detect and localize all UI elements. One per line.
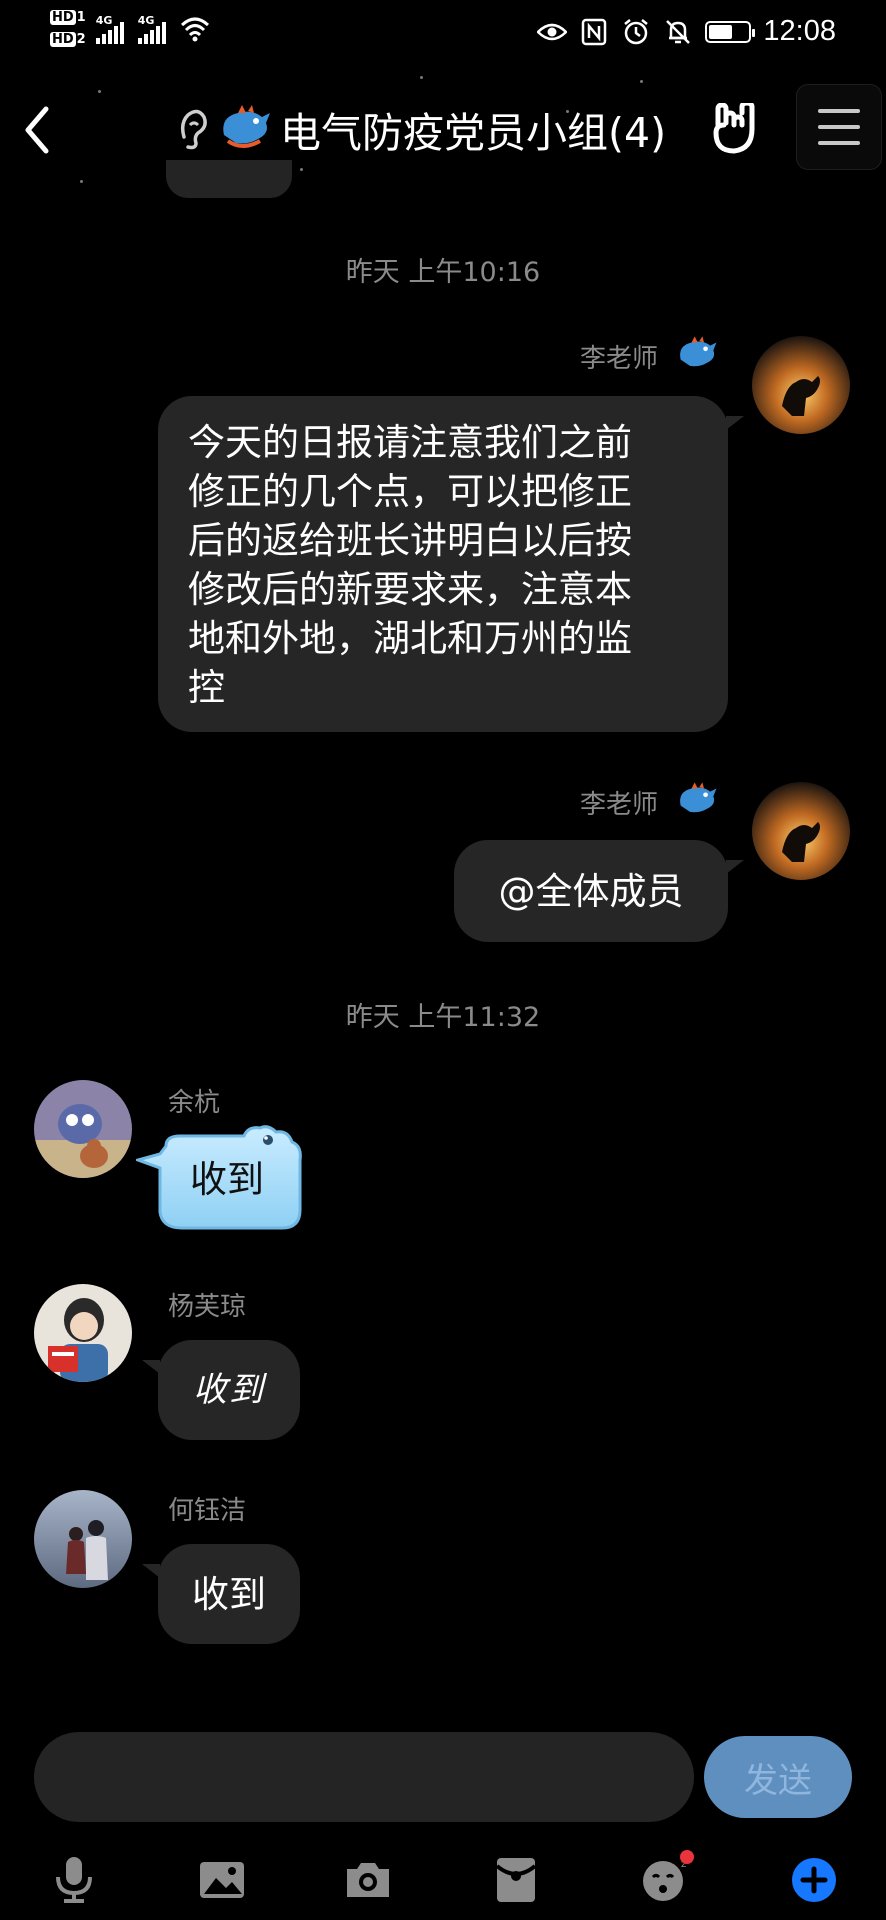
message-line: 控: [188, 666, 225, 709]
hd-badge-1: HD 1: [50, 8, 86, 28]
rock-hand-icon: [713, 103, 755, 154]
sender-name: 杨芙琼: [168, 1292, 247, 1322]
battery-icon: [705, 20, 756, 43]
plus-icon[interactable]: [784, 1850, 844, 1910]
message-text: 收到: [192, 1572, 266, 1616]
image-icon[interactable]: [192, 1850, 252, 1910]
menu-button[interactable]: [796, 84, 882, 170]
mic-icon[interactable]: [44, 1850, 104, 1910]
message-input[interactable]: [34, 1732, 694, 1822]
menu-line: [818, 141, 860, 145]
network-type-1: 4G: [95, 14, 113, 27]
rock-hand-button[interactable]: [704, 98, 766, 160]
back-button[interactable]: [10, 98, 64, 162]
message-line: 修正的几个点，可以把修正: [188, 470, 632, 513]
message-bubble[interactable]: 收到: [158, 1544, 300, 1644]
send-button[interactable]: 发送: [704, 1736, 852, 1818]
avatar-yuhang[interactable]: [34, 1080, 132, 1178]
status-left: HD 1 HD 2 4G 4G: [50, 8, 210, 50]
battery-level: [709, 24, 733, 39]
bubble-tail: [142, 1564, 160, 1578]
dragon-icon: [218, 105, 272, 153]
avatar-heyujie[interactable]: [34, 1490, 132, 1588]
timestamp: 昨天 上午10:16: [345, 257, 541, 288]
clock: 12:08: [763, 15, 836, 47]
dragon-badge-icon: [680, 336, 717, 367]
bubble-tail: [726, 416, 744, 430]
hd-label: HD: [50, 10, 76, 25]
message-line: 今天的日报请注意我们之前: [188, 421, 632, 464]
previous-message-bubble: [166, 160, 292, 198]
hd-label: HD: [50, 32, 76, 47]
emoji-icon[interactable]: z: [636, 1850, 696, 1910]
group-name: 电气防疫党员小组(4): [280, 109, 667, 157]
chat-title[interactable]: 电气防疫党员小组(4): [176, 100, 666, 158]
avatar-li[interactable]: [752, 336, 850, 434]
message-bubble[interactable]: 收到: [136, 1124, 316, 1236]
message-line: 修改后的新要求来，注意本: [188, 568, 632, 611]
status-bar: HD 1 HD 2 4G 4G 12:08: [0, 0, 886, 66]
mention-text: @全体成员: [498, 869, 684, 913]
ear-icon: [176, 107, 210, 151]
timestamp: 昨天 上午11:32: [345, 1002, 541, 1033]
message-line: 后的返给班长讲明白以后按: [188, 519, 632, 562]
menu-line: [818, 109, 860, 113]
hd-number: 1: [76, 10, 86, 25]
avatar-yangfuqiong[interactable]: [34, 1284, 132, 1382]
dragon-badge-icon: [680, 782, 717, 813]
hd-indicators: HD 1 HD 2: [50, 8, 86, 50]
chevron-left-icon: [25, 106, 49, 154]
notification-dot: [680, 1850, 694, 1864]
status-right: 12:08: [537, 15, 836, 48]
mute-bell-icon: [663, 17, 693, 47]
message-bubble[interactable]: 今天的日报请注意我们之前 修正的几个点，可以把修正 后的返给班长讲明白以后按 修…: [158, 396, 728, 732]
avatar-li[interactable]: [752, 782, 850, 880]
message-bubble[interactable]: @全体成员: [454, 840, 728, 942]
hd-number: 2: [76, 32, 86, 47]
sender-name: 何钰洁: [168, 1496, 247, 1526]
signal-icon-2: 4G: [137, 14, 170, 44]
menu-line: [818, 125, 860, 129]
wifi-icon: [180, 14, 210, 44]
message-text: 收到: [190, 1158, 264, 1201]
message-line: 地和外地，湖北和万州的监: [188, 617, 632, 660]
sender-name: 余杭: [168, 1088, 221, 1118]
input-toolbar: z: [0, 1840, 886, 1920]
network-type-2: 4G: [137, 14, 155, 27]
sender-name: 李老师: [580, 790, 659, 820]
message-bubble[interactable]: 收到: [158, 1340, 300, 1440]
sender-name: 李老师: [580, 344, 659, 374]
signal-icon-1: 4G: [95, 14, 128, 44]
chat-header: 电气防疫党员小组(4): [0, 70, 886, 190]
nfc-icon: [579, 17, 609, 47]
camera-icon[interactable]: [338, 1850, 398, 1910]
message-text: 收到: [193, 1369, 265, 1410]
bubble-tail: [142, 1360, 160, 1374]
eye-icon: [537, 17, 568, 47]
chat-screen: HD 1 HD 2 4G 4G 12:08 电气防疫党员小组(4) 昨天 上午1…: [0, 0, 886, 1920]
alarm-icon: [621, 17, 651, 47]
bubble-tail: [726, 860, 744, 874]
hd-badge-2: HD 2: [50, 30, 86, 50]
red-packet-icon[interactable]: [486, 1850, 546, 1910]
